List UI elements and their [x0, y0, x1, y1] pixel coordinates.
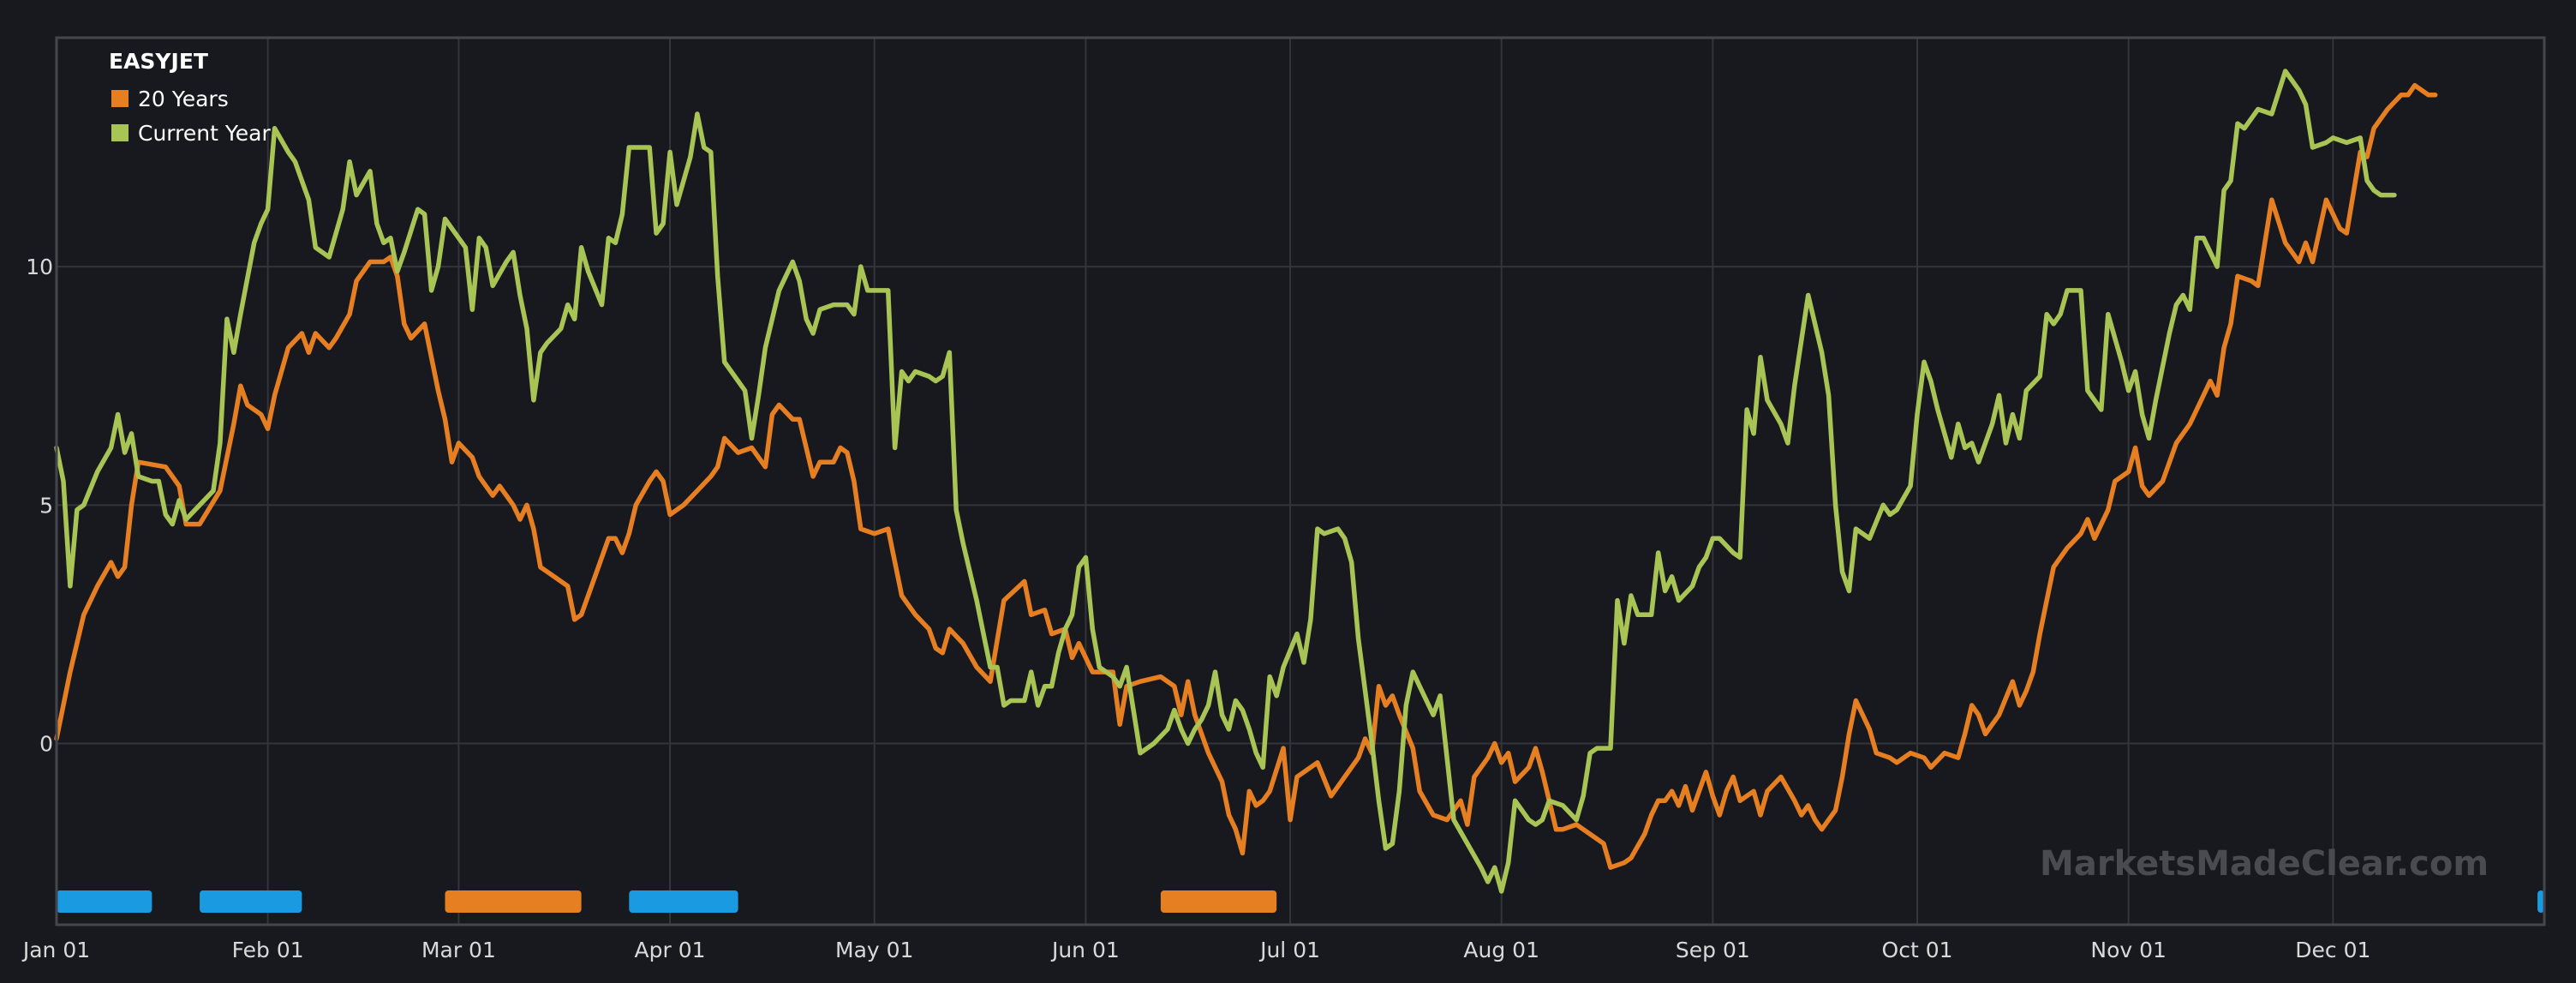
- y-tick-label-10: 10: [26, 255, 53, 279]
- legend-swatch-20-years: [111, 90, 129, 107]
- x-tick-label-may-01: May 01: [835, 938, 913, 962]
- highlight-band-4: [629, 890, 738, 913]
- highlight-band-2: [200, 890, 302, 913]
- x-tick-label-jun-01: Jun 01: [1050, 938, 1120, 962]
- legend-label-20-years[interactable]: 20 Years: [138, 87, 229, 111]
- watermark: MarketsMadeClear.com: [2040, 844, 2489, 884]
- x-tick-label-jul-01: Jul 01: [1258, 938, 1320, 962]
- highlight-band-5: [1160, 890, 1277, 913]
- x-tick-label-feb-01: Feb 01: [232, 938, 304, 962]
- x-tick-label-aug-01: Aug 01: [1463, 938, 1539, 962]
- legend-swatch-current-year: [111, 124, 129, 141]
- x-tick-label-dec-01: Dec 01: [2295, 938, 2370, 962]
- x-tick-label-mar-01: Mar 01: [421, 938, 496, 962]
- chart-background: [0, 0, 2576, 983]
- x-tick-label-nov-01: Nov 01: [2090, 938, 2167, 962]
- x-tick-label-oct-01: Oct 01: [1882, 938, 1953, 962]
- x-tick-label-apr-01: Apr 01: [635, 938, 706, 962]
- y-tick-label-5: 5: [39, 493, 53, 518]
- chart-title: EASYJET: [109, 49, 208, 74]
- legend-label-current-year[interactable]: Current Year: [138, 121, 271, 146]
- seasonality-chart: 0 5 10 Jan 01 Feb 01 Mar 01 Apr 01 May 01 Jun 0…: [0, 0, 2576, 983]
- highlight-band-1: [57, 890, 152, 913]
- y-tick-label-0: 0: [39, 732, 53, 757]
- x-tick-label-jan-01: Jan 01: [21, 938, 90, 962]
- highlight-band-3: [445, 890, 582, 913]
- x-tick-label-sep-01: Sep 01: [1676, 938, 1750, 962]
